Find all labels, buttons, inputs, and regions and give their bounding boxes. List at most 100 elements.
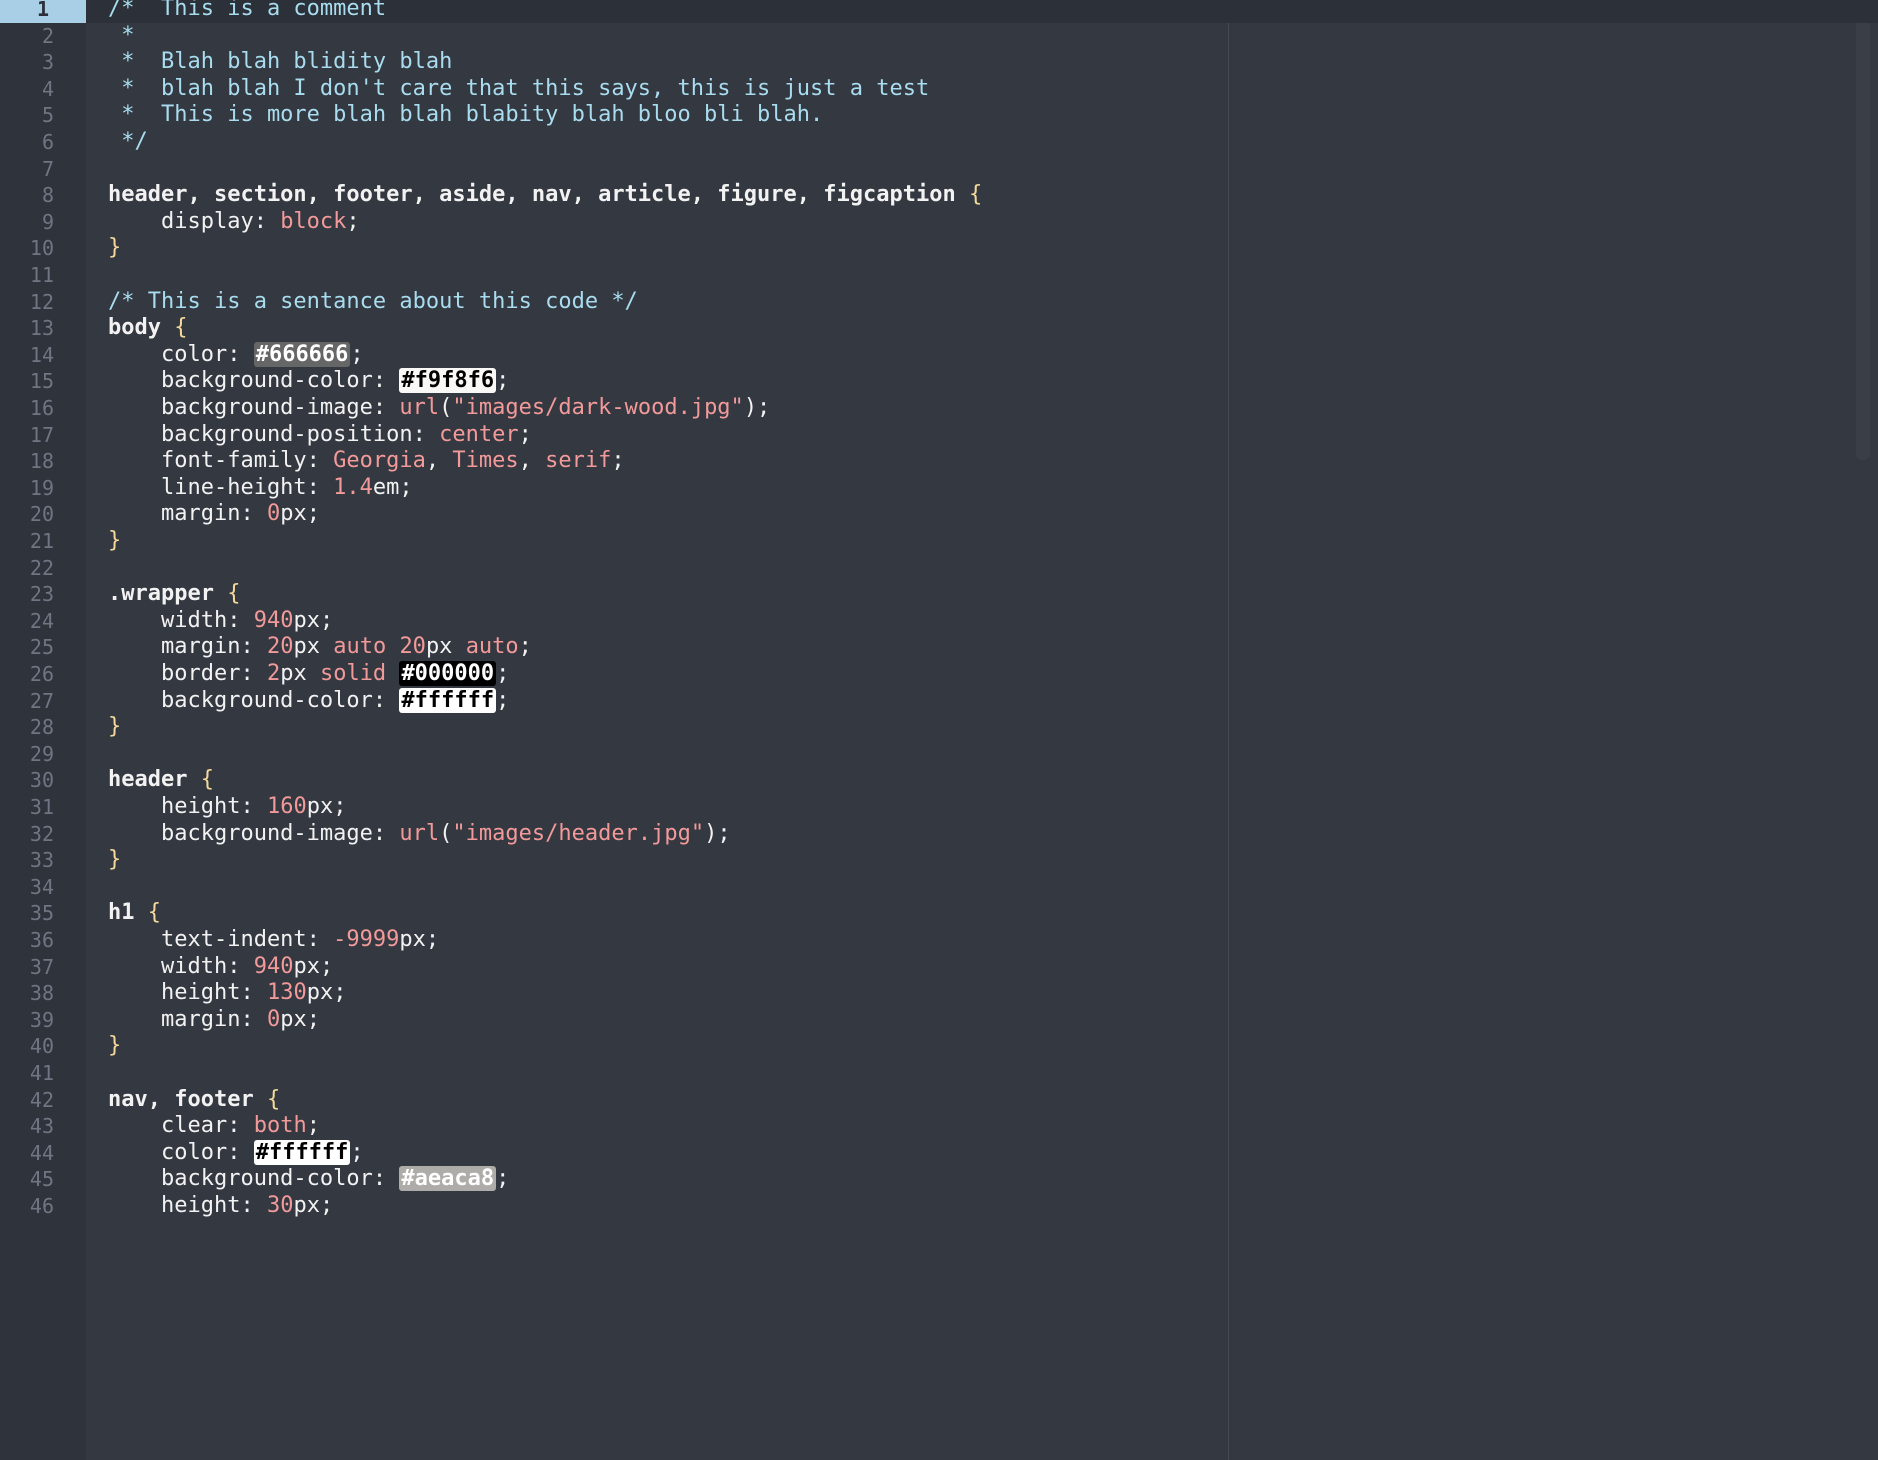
code-line[interactable]: 28} <box>0 714 1878 741</box>
line-source[interactable]: height: 30px; <box>108 1193 333 1220</box>
code-line[interactable]: 38 height: 130px; <box>0 980 1878 1007</box>
code-line[interactable]: 35 h1 { <box>0 900 1878 927</box>
code-line[interactable]: 15 background-color: #f9f8f6; <box>0 368 1878 395</box>
code-line[interactable]: 4 * blah blah I don't care that this say… <box>0 76 1878 103</box>
code-token: background-color: <box>108 687 400 713</box>
code-line[interactable]: 31 height: 160px; <box>0 794 1878 821</box>
line-source[interactable]: margin: 0px; <box>108 501 320 528</box>
code-token: background-image: <box>108 820 400 846</box>
code-line[interactable]: 23 .wrapper { <box>0 581 1878 608</box>
code-token: ; <box>350 1139 364 1165</box>
code-line[interactable]: 21} <box>0 528 1878 555</box>
line-source[interactable]: h1 { <box>108 900 161 927</box>
code-line[interactable]: 12 /* This is a sentance about this code … <box>0 289 1878 316</box>
code-token: both <box>253 1113 307 1139</box>
code-line[interactable]: 32 background-image: url("images/header.… <box>0 821 1878 848</box>
line-source[interactable]: text-indent: -9999px; <box>108 927 439 954</box>
code-line[interactable]: 26 border: 2px solid #000000; <box>0 661 1878 688</box>
line-source[interactable]: */ <box>108 129 148 156</box>
code-token: font-family: <box>108 448 334 474</box>
code-line[interactable]: 40} <box>0 1033 1878 1060</box>
line-source[interactable]: /* This is a sentance about this code */ <box>108 289 638 316</box>
line-number: 21 <box>29 529 54 553</box>
line-source[interactable]: height: 160px; <box>108 794 346 821</box>
code-line[interactable]: 25 margin: 20px auto 20px auto; <box>0 634 1878 661</box>
code-line[interactable]: 5 * This is more blah blah blabity blah … <box>0 102 1878 129</box>
code-line[interactable]: 18 font-family: Georgia, Times, serif; <box>0 448 1878 475</box>
line-source[interactable]: margin: 0px; <box>108 1007 320 1034</box>
color-swatch: #000000 <box>399 661 497 686</box>
line-source[interactable]: * blah blah I don't care that this says,… <box>108 76 929 103</box>
code-token: margin: <box>108 634 267 660</box>
code-line[interactable]: 30 header { <box>0 767 1878 794</box>
code-line[interactable]: 45 background-color: #aeaca8; <box>0 1166 1878 1193</box>
code-line[interactable]: 44 color: #ffffff; <box>0 1139 1878 1167</box>
line-source[interactable]: background-image: url("images/dark-wood.… <box>108 395 770 422</box>
code-line[interactable]: 20 margin: 0px; <box>0 501 1878 528</box>
line-source[interactable]: /* This is a comment <box>108 0 386 23</box>
code-line[interactable]: 16 background-image: url("images/dark-wo… <box>0 395 1878 422</box>
code-line[interactable]: 9 display: block; <box>0 209 1878 236</box>
code-line[interactable]: 11 <box>0 262 1878 289</box>
code-line[interactable]: 22 <box>0 555 1878 582</box>
line-source[interactable]: background-image: url("images/header.jpg… <box>108 821 731 848</box>
code-line[interactable]: 37 width: 940px; <box>0 954 1878 981</box>
line-source[interactable]: background-color: #ffffff; <box>108 687 509 715</box>
line-source[interactable]: height: 130px; <box>108 980 346 1007</box>
line-source[interactable]: * <box>108 23 134 50</box>
code-line[interactable]: 1 /* This is a comment <box>0 0 1878 23</box>
code-line[interactable]: 2 * <box>0 23 1878 50</box>
code-token: background-image: <box>108 395 400 420</box>
line-source[interactable]: } <box>108 714 121 741</box>
line-source[interactable]: background-color: #aeaca8; <box>108 1166 509 1193</box>
code-line[interactable]: 34 <box>0 874 1878 901</box>
line-source[interactable]: } <box>108 235 121 262</box>
code-line[interactable]: 43 clear: both; <box>0 1113 1878 1140</box>
line-source[interactable]: header { <box>108 767 214 794</box>
line-number: 14 <box>29 342 54 367</box>
line-source[interactable]: margin: 20px auto 20px auto; <box>108 634 532 661</box>
line-source[interactable]: * Blah blah blidity blah <box>108 49 452 76</box>
line-source[interactable]: * This is more blah blah blabity blah bl… <box>108 102 823 129</box>
line-number: 16 <box>29 396 54 420</box>
line-source[interactable]: } <box>108 847 121 874</box>
line-source[interactable]: background-color: #f9f8f6; <box>108 368 509 395</box>
code-line[interactable]: 13 body { <box>0 315 1878 342</box>
code-line[interactable]: 8 header, section, footer, aside, nav, ar… <box>0 182 1878 209</box>
line-source[interactable]: } <box>108 1033 121 1060</box>
code-line[interactable]: 17 background-position: center; <box>0 422 1878 449</box>
line-source[interactable]: background-position: center; <box>108 422 532 449</box>
line-source[interactable]: clear: both; <box>108 1113 320 1140</box>
code-line[interactable]: 19 line-height: 1.4em; <box>0 475 1878 502</box>
line-source[interactable]: font-family: Georgia, Times, serif; <box>108 448 625 475</box>
line-source[interactable]: nav, footer { <box>108 1087 280 1114</box>
line-source[interactable]: .wrapper { <box>108 581 240 608</box>
line-source[interactable]: width: 940px; <box>108 954 333 981</box>
code-line[interactable]: 6 */ <box>0 129 1878 156</box>
line-source[interactable]: header, section, footer, aside, nav, art… <box>108 182 982 209</box>
code-line[interactable]: 46 height: 30px; <box>0 1193 1878 1220</box>
code-line[interactable]: 36 text-indent: -9999px; <box>0 927 1878 954</box>
code-line[interactable]: 39 margin: 0px; <box>0 1007 1878 1034</box>
code-line[interactable]: 7 <box>0 156 1878 183</box>
code-line[interactable]: 33} <box>0 847 1878 874</box>
code-line[interactable]: 42 nav, footer { <box>0 1087 1878 1114</box>
code-token: nav, footer <box>108 1086 267 1112</box>
line-source[interactable]: color: #666666; <box>108 341 364 369</box>
code-line[interactable]: 41 <box>0 1060 1878 1087</box>
line-source[interactable]: width: 940px; <box>108 608 333 635</box>
code-line[interactable]: 3 * Blah blah blidity blah <box>0 49 1878 76</box>
code-line[interactable]: 10} <box>0 235 1878 262</box>
line-source[interactable]: body { <box>108 315 187 342</box>
code-line[interactable]: 29 <box>0 741 1878 768</box>
line-source[interactable]: } <box>108 528 121 555</box>
line-source[interactable]: line-height: 1.4em; <box>108 475 413 502</box>
line-source[interactable]: color: #ffffff; <box>108 1139 364 1167</box>
code-token: "images/dark-wood.jpg" <box>452 395 744 420</box>
code-line[interactable]: 24 width: 940px; <box>0 608 1878 635</box>
code-editor[interactable]: 1/* This is a comment 2 * 3 * Blah blah bl… <box>0 0 1878 1460</box>
code-line[interactable]: 27 background-color: #ffffff; <box>0 687 1878 715</box>
line-source[interactable]: display: block; <box>108 209 360 236</box>
code-line[interactable]: 14 color: #666666; <box>0 341 1878 369</box>
line-source[interactable]: border: 2px solid #000000; <box>108 661 509 688</box>
